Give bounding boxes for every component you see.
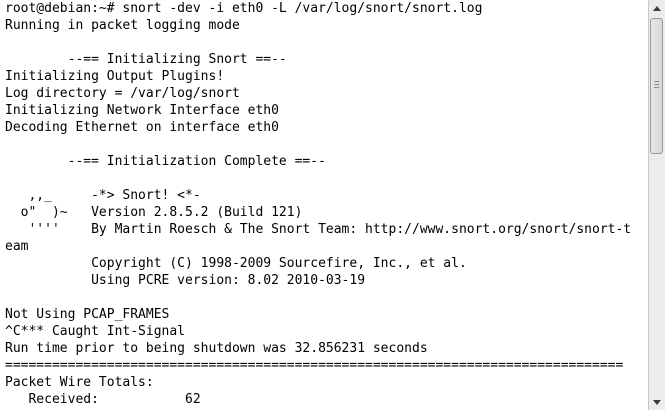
scroll-down-button[interactable] bbox=[649, 394, 665, 410]
scroll-thumb[interactable] bbox=[650, 18, 663, 154]
terminal-line: Received: 62 bbox=[5, 392, 201, 407]
vertical-scrollbar[interactable] bbox=[648, 0, 665, 410]
terminal-line: Running in packet logging mode bbox=[5, 18, 240, 33]
terminal-line: ,,_ -*> Snort! <*- bbox=[5, 188, 201, 203]
terminal-line: Initializing Output Plugins! bbox=[5, 69, 225, 84]
terminal-line: root@debian:~# snort -dev -i eth0 -L /va… bbox=[5, 1, 483, 16]
triangle-up-icon bbox=[653, 5, 661, 11]
terminal-line: --== Initializing Snort ==-- bbox=[5, 52, 287, 67]
terminal-line: Run time prior to being shutdown was 32.… bbox=[5, 341, 428, 356]
terminal-line: Decoding Ethernet on interface eth0 bbox=[5, 120, 279, 135]
terminal-line: Initializing Network Interface eth0 bbox=[5, 103, 279, 118]
terminal-line: o" )~ Version 2.8.5.2 (Build 121) bbox=[5, 205, 303, 220]
triangle-down-icon bbox=[653, 399, 661, 405]
terminal-line: ========================================… bbox=[5, 358, 624, 373]
terminal-line: '''' By Martin Roesch & The Snort Team: … bbox=[5, 222, 632, 237]
thumb-grip-line bbox=[654, 87, 659, 88]
thumb-grip-line bbox=[654, 84, 659, 85]
terminal-output[interactable]: root@debian:~# snort -dev -i eth0 -L /va… bbox=[5, 0, 646, 410]
terminal-window[interactable]: root@debian:~# snort -dev -i eth0 -L /va… bbox=[0, 0, 665, 410]
terminal-line: ^C*** Caught Int-Signal bbox=[5, 324, 186, 339]
terminal-line: Packet Wire Totals: bbox=[5, 375, 154, 390]
terminal-line: Not Using PCAP_FRAMES bbox=[5, 307, 170, 322]
terminal-line: eam bbox=[5, 239, 29, 254]
thumb-grip-line bbox=[654, 81, 659, 82]
terminal-line: Copyright (C) 1998-2009 Sourcefire, Inc.… bbox=[5, 256, 467, 271]
terminal-line: Log directory = /var/log/snort bbox=[5, 86, 240, 101]
terminal-line: Using PCRE version: 8.02 2010-03-19 bbox=[5, 273, 366, 288]
terminal-line: --== Initialization Complete ==-- bbox=[5, 154, 326, 169]
scroll-up-button[interactable] bbox=[649, 0, 665, 16]
